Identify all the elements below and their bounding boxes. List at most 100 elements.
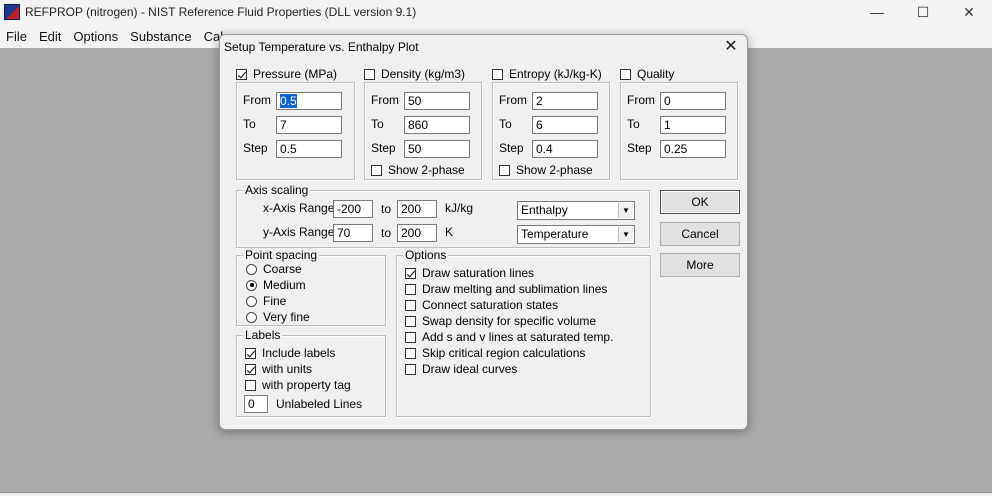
medium-label: Medium — [263, 278, 306, 292]
quality-to-input[interactable]: 1 — [660, 116, 726, 134]
pressure-step-input[interactable]: 0.5 — [276, 140, 342, 158]
minimize-button[interactable]: — — [854, 0, 900, 24]
x-variable-select[interactable]: Enthalpy ▼ — [517, 201, 635, 220]
y-axis-from-input[interactable]: 70 — [333, 224, 373, 242]
pressure-from-label: From — [243, 93, 271, 107]
unlabeled-lines-input[interactable]: 0 — [244, 395, 268, 413]
with-tag-row[interactable]: with property tag — [245, 378, 351, 392]
very-fine-radio[interactable] — [246, 311, 257, 323]
pressure-to-input[interactable]: 7 — [276, 116, 342, 134]
menu-options[interactable]: Options — [67, 29, 124, 44]
spacing-very-fine[interactable]: Very fine — [246, 310, 310, 324]
options-title: Options — [403, 248, 449, 262]
unlabeled-lines-label: Unlabeled Lines — [276, 397, 363, 411]
ok-button[interactable]: OK — [660, 190, 740, 214]
fine-radio[interactable] — [246, 295, 257, 307]
dialog-title: Setup Temperature vs. Enthalpy Plot — [224, 40, 419, 54]
x-axis-to-input[interactable]: 200 — [397, 200, 437, 218]
include-labels-row[interactable]: Include labels — [245, 346, 335, 360]
option-skip-critical[interactable]: Skip critical region calculations — [405, 346, 585, 360]
connect-saturation-checkbox[interactable] — [405, 299, 416, 311]
entropy-to-label: To — [499, 117, 512, 131]
density-2phase-label: Show 2-phase — [388, 163, 465, 177]
entropy-2phase-checkbox[interactable] — [499, 164, 510, 176]
window-title: REFPROP (nitrogen) - NIST Reference Flui… — [25, 5, 417, 19]
pressure-step-label: Step — [243, 141, 268, 155]
density-label: Density (kg/m3) — [381, 67, 466, 81]
quality-from-input[interactable]: 0 — [660, 92, 726, 110]
density-to-label: To — [371, 117, 384, 131]
fine-label: Fine — [263, 294, 287, 308]
quality-checkbox[interactable] — [620, 68, 631, 80]
density-2phase-checkbox[interactable] — [371, 164, 382, 176]
option-connect-saturation[interactable]: Connect saturation states — [405, 298, 558, 312]
entropy-2phase-label: Show 2-phase — [516, 163, 593, 177]
menu-substance[interactable]: Substance — [124, 29, 197, 44]
density-2phase-row[interactable]: Show 2-phase — [371, 163, 465, 177]
entropy-group: From 2 To 6 Step 0.4 Show 2-phase — [492, 82, 610, 180]
dialog-close-button[interactable]: ✕ — [721, 37, 741, 57]
pressure-label: Pressure (MPa) — [253, 67, 338, 81]
quality-label: Quality — [637, 67, 675, 81]
include-labels-checkbox[interactable] — [245, 347, 256, 359]
draw-saturation-checkbox[interactable] — [405, 267, 416, 279]
y-variable-select[interactable]: Temperature ▼ — [517, 225, 635, 244]
density-to-input[interactable]: 860 — [404, 116, 470, 134]
app-icon — [4, 4, 20, 20]
more-button[interactable]: More — [660, 253, 740, 277]
entropy-from-input[interactable]: 2 — [532, 92, 598, 110]
with-units-row[interactable]: with units — [245, 362, 312, 376]
with-units-checkbox[interactable] — [245, 363, 256, 375]
swap-density-label: Swap density for specific volume — [422, 314, 597, 328]
swap-density-checkbox[interactable] — [405, 315, 416, 327]
with-tag-checkbox[interactable] — [245, 379, 256, 391]
draw-ideal-label: Draw ideal curves — [422, 362, 518, 376]
entropy-check-row[interactable]: Entropy (kJ/kg-K) — [492, 67, 602, 81]
entropy-2phase-row[interactable]: Show 2-phase — [499, 163, 593, 177]
quality-step-input[interactable]: 0.25 — [660, 140, 726, 158]
skip-critical-label: Skip critical region calculations — [422, 346, 586, 360]
pressure-from-input[interactable]: 0.5 — [276, 92, 342, 110]
coarse-label: Coarse — [263, 262, 302, 276]
draw-melting-checkbox[interactable] — [405, 283, 416, 295]
maximize-button[interactable]: ☐ — [900, 0, 946, 24]
cancel-button[interactable]: Cancel — [660, 222, 740, 246]
medium-radio[interactable] — [246, 279, 257, 291]
entropy-step-input[interactable]: 0.4 — [532, 140, 598, 158]
density-check-row[interactable]: Density (kg/m3) — [364, 67, 465, 81]
add-s-v-lines-checkbox[interactable] — [405, 331, 416, 343]
spacing-fine[interactable]: Fine — [246, 294, 286, 308]
option-draw-melting[interactable]: Draw melting and sublimation lines — [405, 282, 607, 296]
y-axis-range-label: y-Axis Range — [263, 225, 335, 239]
spacing-coarse[interactable]: Coarse — [246, 262, 302, 276]
density-from-input[interactable]: 50 — [404, 92, 470, 110]
draw-ideal-checkbox[interactable] — [405, 363, 416, 375]
pressure-check-row[interactable]: Pressure (MPa) — [236, 67, 337, 81]
menu-file[interactable]: File — [0, 29, 33, 44]
skip-critical-checkbox[interactable] — [405, 347, 416, 359]
option-add-s-v-lines[interactable]: Add s and v lines at saturated temp. — [405, 330, 613, 344]
close-button[interactable]: ✕ — [946, 0, 992, 24]
pressure-to-label: To — [243, 117, 256, 131]
coarse-radio[interactable] — [246, 263, 257, 275]
y-axis-to-input[interactable]: 200 — [397, 224, 437, 242]
density-from-label: From — [371, 93, 399, 107]
option-draw-saturation[interactable]: Draw saturation lines — [405, 266, 534, 280]
quality-check-row[interactable]: Quality — [620, 67, 674, 81]
x-axis-from-input[interactable]: -200 — [333, 200, 373, 218]
menu-edit[interactable]: Edit — [33, 29, 67, 44]
pressure-checkbox[interactable] — [236, 68, 247, 80]
entropy-to-input[interactable]: 6 — [532, 116, 598, 134]
labels-group: Labels Include labels with units with pr… — [236, 328, 386, 417]
chevron-down-icon[interactable]: ▼ — [618, 203, 633, 218]
density-checkbox[interactable] — [364, 68, 375, 80]
chevron-down-icon[interactable]: ▼ — [618, 227, 633, 242]
options-group: Options Draw saturation lines Draw melti… — [396, 248, 651, 417]
spacing-medium[interactable]: Medium — [246, 278, 306, 292]
option-draw-ideal[interactable]: Draw ideal curves — [405, 362, 517, 376]
option-swap-density[interactable]: Swap density for specific volume — [405, 314, 596, 328]
density-step-label: Step — [371, 141, 396, 155]
entropy-checkbox[interactable] — [492, 68, 503, 80]
density-group: From 50 To 860 Step 50 Show 2-phase — [364, 82, 482, 180]
density-step-input[interactable]: 50 — [404, 140, 470, 158]
